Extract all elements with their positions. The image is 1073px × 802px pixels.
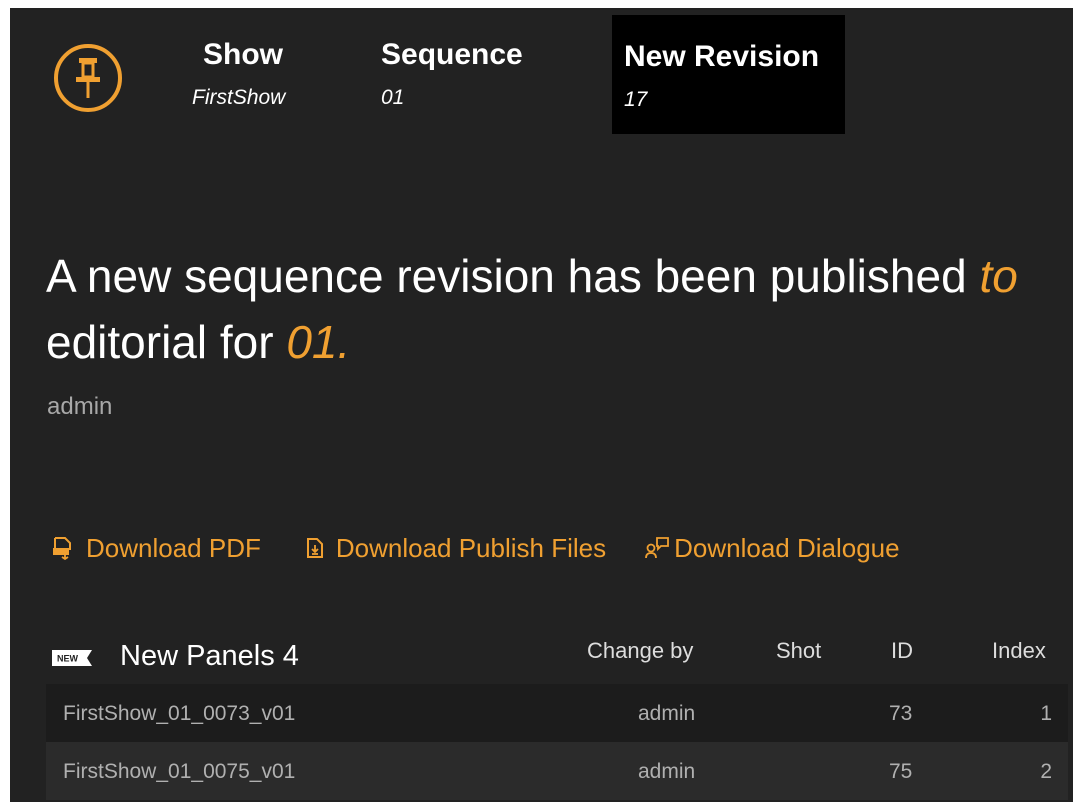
pdf-download-icon: [53, 537, 71, 560]
panel-index: 2: [1040, 760, 1052, 783]
table-row[interactable]: FirstShow_01_0075_v01 admin 75 2: [46, 742, 1068, 800]
table-row[interactable]: FirstShow_01_0073_v01 admin 73 1: [46, 684, 1068, 742]
sequence-value: 01: [381, 86, 405, 109]
new-panels-header: NEW New Panels 4 Change by Shot ID Index: [46, 630, 1066, 680]
column-shot[interactable]: Shot: [776, 638, 821, 664]
headline-highlight-sequence: 01.: [286, 316, 351, 368]
pushpin-icon: [54, 44, 122, 112]
download-pdf-label: Download PDF: [86, 532, 261, 563]
headline-highlight-to: to: [979, 250, 1018, 302]
download-actions: Download PDF Download Publish Files Down…: [52, 530, 900, 566]
new-badge-text: NEW: [57, 654, 79, 664]
new-badge-icon: NEW: [52, 650, 92, 666]
panel-change-by: admin: [638, 760, 696, 783]
panel-id: 73: [889, 702, 913, 725]
show-value: FirstShow: [192, 86, 286, 109]
download-dialogue-label: Download Dialogue: [674, 532, 900, 563]
headline-message: A new sequence revision has been publish…: [46, 243, 1066, 375]
sequence-label: Sequence: [381, 38, 523, 71]
download-dialogue-button[interactable]: Download Dialogue: [644, 532, 900, 564]
panel-name: FirstShow_01_0073_v01: [63, 702, 296, 725]
author-name: admin: [47, 393, 113, 420]
left-border: [0, 0, 10, 802]
show-crumb[interactable]: Show FirstShow: [192, 38, 285, 110]
dialogue-icon: [645, 537, 670, 559]
revision-value: 17: [624, 88, 648, 111]
panel-id: 75: [889, 760, 913, 783]
column-id[interactable]: ID: [891, 638, 913, 664]
show-label: Show: [203, 38, 283, 71]
revision-crumb[interactable]: New Revision 17: [612, 15, 845, 134]
headline-text-before: A new sequence revision has been publish…: [46, 250, 980, 302]
sequence-crumb[interactable]: Sequence 01: [381, 38, 523, 110]
new-panels-title: New Panels 4: [120, 640, 299, 672]
column-change-by[interactable]: Change by: [587, 638, 693, 664]
revision-label: New Revision: [624, 40, 820, 73]
notification-page: Show FirstShow Sequence 01 New Revision …: [0, 0, 1073, 802]
column-index[interactable]: Index: [992, 638, 1046, 664]
top-border: [0, 0, 1073, 8]
panel-name: FirstShow_01_0075_v01: [63, 760, 296, 783]
download-pdf-button[interactable]: Download PDF: [52, 533, 261, 564]
headline-text-middle: editorial for: [46, 316, 287, 368]
file-download-icon: [306, 538, 323, 558]
panel-index: 1: [1040, 702, 1052, 725]
download-publish-files-label: Download Publish Files: [335, 532, 607, 563]
panel-change-by: admin: [638, 702, 696, 725]
download-publish-files-button[interactable]: Download Publish Files: [306, 533, 606, 564]
